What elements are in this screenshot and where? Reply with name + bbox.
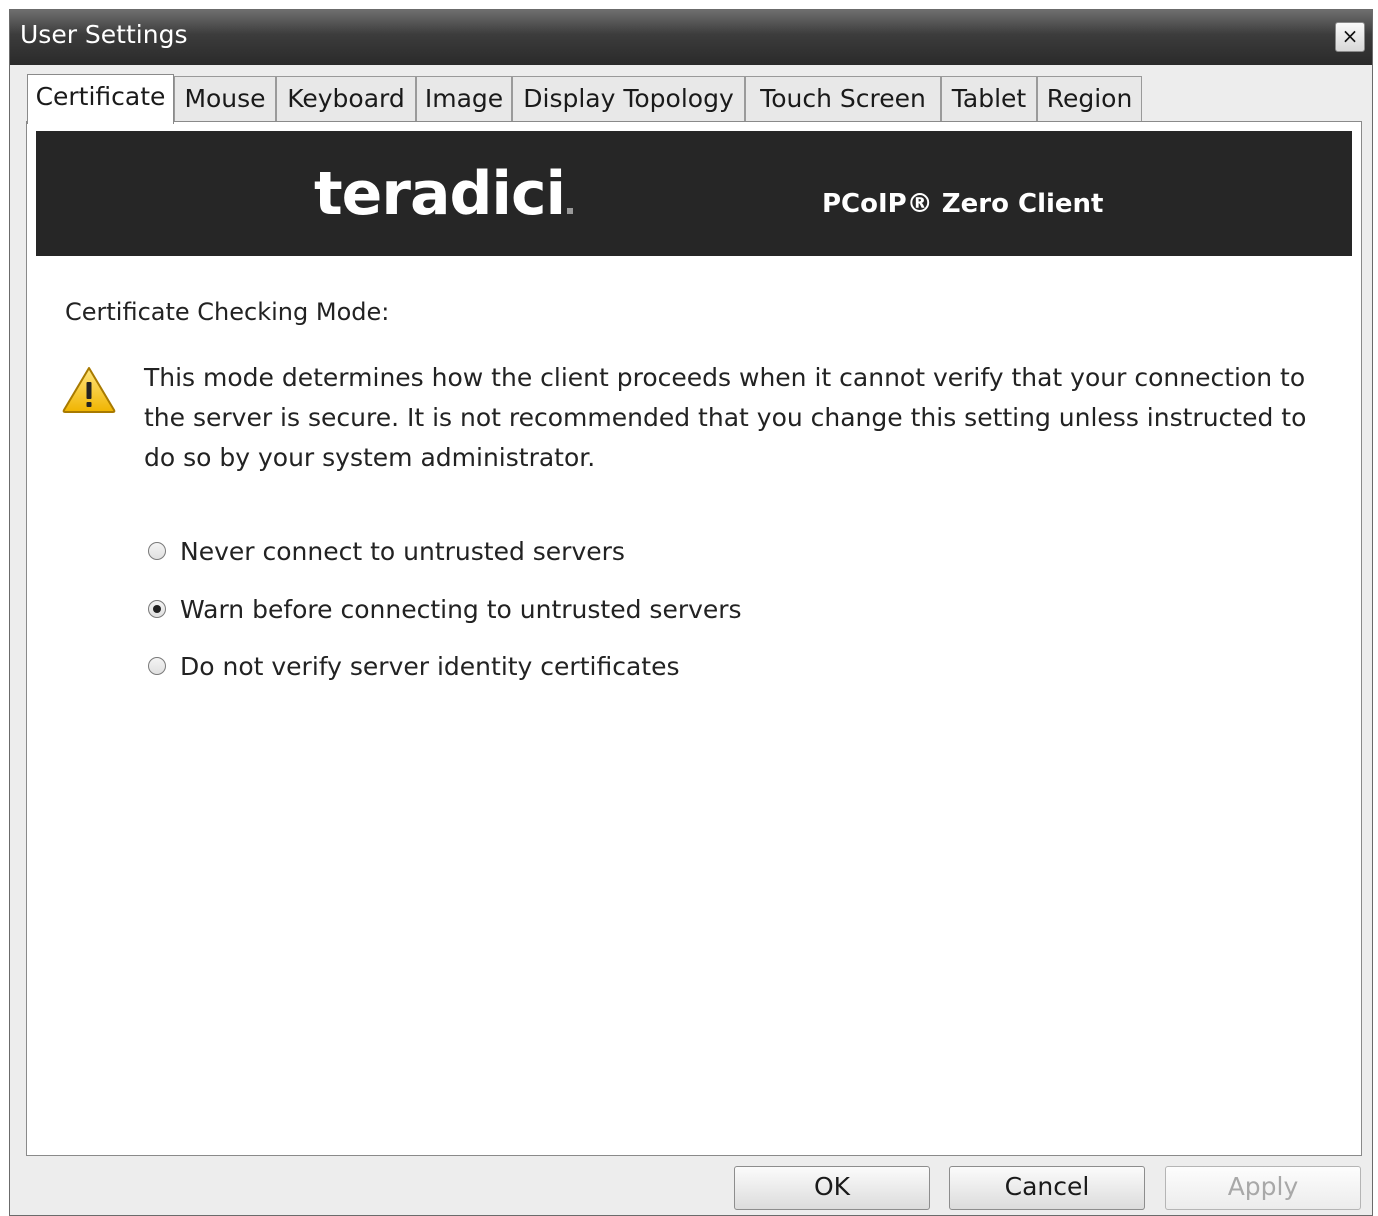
certificate-panel: teradici PCoIP® Zero Client Certificate …: [26, 121, 1362, 1156]
radio-do-not-verify[interactable]: [148, 657, 166, 675]
option-label: Do not verify server identity certificat…: [180, 651, 680, 681]
tab-certificate[interactable]: Certificate: [27, 74, 174, 124]
window-title: User Settings: [20, 20, 188, 49]
cancel-button[interactable]: Cancel: [949, 1166, 1145, 1210]
tab-mouse[interactable]: Mouse: [174, 76, 276, 122]
tab-tablet[interactable]: Tablet: [941, 76, 1037, 122]
apply-button[interactable]: Apply: [1165, 1166, 1361, 1210]
close-icon: ×: [1341, 24, 1359, 48]
logo-text: teradici: [314, 159, 566, 229]
option-do-not-verify[interactable]: Do not verify server identity certificat…: [148, 649, 679, 683]
option-warn-before-connecting[interactable]: Warn before connecting to untrusted serv…: [148, 592, 742, 626]
option-label: Never connect to untrusted servers: [180, 536, 625, 566]
title-bar: User Settings ×: [10, 10, 1372, 65]
tab-keyboard[interactable]: Keyboard: [276, 76, 416, 122]
certificate-mode-label: Certificate Checking Mode:: [65, 298, 390, 326]
option-never-connect[interactable]: Never connect to untrusted servers: [148, 534, 625, 568]
product-name: PCoIP® Zero Client: [822, 189, 1104, 219]
radio-never-connect[interactable]: [148, 542, 166, 560]
tab-image[interactable]: Image: [416, 76, 512, 122]
user-settings-window: User Settings × Certificate Mouse Keyboa…: [9, 9, 1373, 1216]
warning-triangle-icon: [62, 367, 116, 413]
teradici-logo: teradici: [314, 159, 574, 229]
warning-text: This mode determines how the client proc…: [144, 363, 1307, 472]
tab-display-topology[interactable]: Display Topology: [512, 76, 745, 122]
logo-dot: [567, 208, 574, 214]
teradici-banner: teradici PCoIP® Zero Client: [36, 131, 1352, 256]
close-button[interactable]: ×: [1335, 22, 1365, 52]
radio-warn-before-connecting[interactable]: [148, 600, 166, 618]
tab-region[interactable]: Region: [1037, 76, 1142, 122]
option-label: Warn before connecting to untrusted serv…: [180, 594, 742, 624]
tab-touch-screen[interactable]: Touch Screen: [745, 76, 941, 122]
ok-button[interactable]: OK: [734, 1166, 930, 1210]
